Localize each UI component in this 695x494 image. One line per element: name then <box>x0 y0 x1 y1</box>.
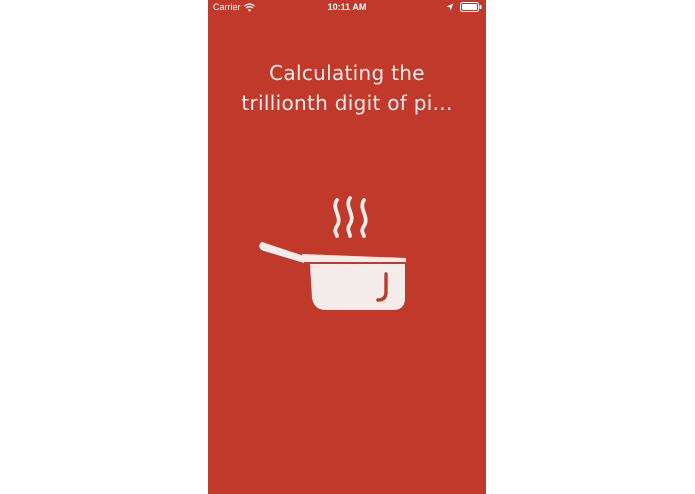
pot-handle <box>259 242 304 263</box>
app-screen: Carrier 10:11 AM Calculating the trillio… <box>208 0 486 494</box>
loading-message: Calculating the trillionth digit of pi..… <box>208 58 486 118</box>
loading-message-line-1: Calculating the <box>269 61 425 85</box>
battery-icon <box>460 2 482 12</box>
pot-body <box>310 264 405 310</box>
status-right <box>446 2 482 12</box>
steam-line-right <box>360 198 368 238</box>
steaming-pot-icon <box>258 190 418 324</box>
pot-rim <box>302 254 406 262</box>
location-arrow-icon <box>446 3 454 11</box>
status-time: 10:11 AM <box>327 2 367 12</box>
steam-line-middle <box>346 196 354 238</box>
steam-line-left <box>333 198 341 238</box>
loading-message-line-2: trillionth digit of pi... <box>241 91 453 115</box>
status-bar: Carrier 10:11 AM <box>208 0 486 16</box>
